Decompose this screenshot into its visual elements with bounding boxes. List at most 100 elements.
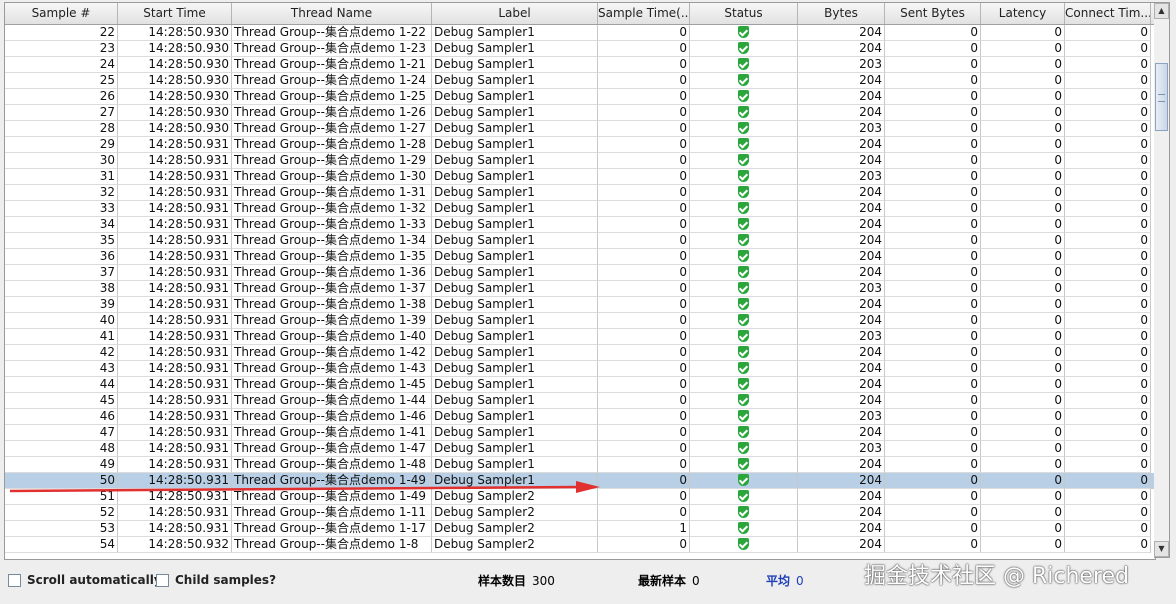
cell-sent-bytes: 0: [885, 457, 981, 473]
cell-sample-number: 48: [5, 441, 118, 457]
cell-thread-name: Thread Group--集合点demo 1-47: [232, 441, 432, 457]
cell-sample-time: 0: [598, 537, 690, 553]
table-row[interactable]: 53 14:28:50.931 Thread Group--集合点demo 1-17…: [5, 521, 1155, 537]
table-row[interactable]: 38 14:28:50.931 Thread Group--集合点demo 1-37…: [5, 281, 1155, 297]
cell-start-time: 14:28:50.931: [118, 185, 232, 201]
cell-label: Debug Sampler1: [432, 409, 598, 425]
table-row[interactable]: 36 14:28:50.931 Thread Group--集合点demo 1-35…: [5, 249, 1155, 265]
table-row[interactable]: 33 14:28:50.931 Thread Group--集合点demo 1-32…: [5, 201, 1155, 217]
table-row[interactable]: 32 14:28:50.931 Thread Group--集合点demo 1-31…: [5, 185, 1155, 201]
average-value: 0: [796, 574, 804, 588]
table-row[interactable]: 44 14:28:50.931 Thread Group--集合点demo 1-45…: [5, 377, 1155, 393]
cell-start-time: 14:28:50.931: [118, 249, 232, 265]
table-row[interactable]: 39 14:28:50.931 Thread Group--集合点demo 1-38…: [5, 297, 1155, 313]
cell-latency: 0: [981, 137, 1065, 153]
table-row[interactable]: 31 14:28:50.931 Thread Group--集合点demo 1-30…: [5, 169, 1155, 185]
cell-start-time: 14:28:50.931: [118, 281, 232, 297]
cell-sent-bytes: 0: [885, 41, 981, 57]
cell-status: [690, 201, 798, 217]
cell-sample-time: 0: [598, 329, 690, 345]
cell-label: Debug Sampler1: [432, 281, 598, 297]
table-row[interactable]: 34 14:28:50.931 Thread Group--集合点demo 1-33…: [5, 217, 1155, 233]
cell-label: Debug Sampler1: [432, 201, 598, 217]
table-row[interactable]: 52 14:28:50.931 Thread Group--集合点demo 1-11…: [5, 505, 1155, 521]
cell-start-time: 14:28:50.931: [118, 361, 232, 377]
cell-bytes: 204: [798, 377, 885, 393]
cell-thread-name: Thread Group--集合点demo 1-30: [232, 169, 432, 185]
column-header-sent-bytes[interactable]: Sent Bytes: [885, 3, 981, 24]
table-row[interactable]: 26 14:28:50.930 Thread Group--集合点demo 1-25…: [5, 89, 1155, 105]
table-row[interactable]: 47 14:28:50.931 Thread Group--集合点demo 1-41…: [5, 425, 1155, 441]
column-header-label[interactable]: Label: [432, 3, 598, 24]
table-row[interactable]: 48 14:28:50.931 Thread Group--集合点demo 1-47…: [5, 441, 1155, 457]
table-row[interactable]: 51 14:28:50.931 Thread Group--集合点demo 1-49…: [5, 489, 1155, 505]
cell-latency: 0: [981, 537, 1065, 553]
column-header-thread-name[interactable]: Thread Name: [232, 3, 432, 24]
table-row[interactable]: 28 14:28:50.930 Thread Group--集合点demo 1-27…: [5, 121, 1155, 137]
table-row[interactable]: 23 14:28:50.930 Thread Group--集合点demo 1-23…: [5, 41, 1155, 57]
cell-bytes: 204: [798, 153, 885, 169]
success-shield-icon: [738, 122, 749, 134]
scroll-automatically-checkbox[interactable]: Scroll automatically?: [8, 573, 169, 587]
cell-bytes: 204: [798, 537, 885, 553]
table-row[interactable]: 25 14:28:50.930 Thread Group--集合点demo 1-24…: [5, 73, 1155, 89]
column-header-bytes[interactable]: Bytes: [798, 3, 885, 24]
table-row[interactable]: 40 14:28:50.931 Thread Group--集合点demo 1-39…: [5, 313, 1155, 329]
success-shield-icon: [738, 314, 749, 326]
cell-label: Debug Sampler1: [432, 233, 598, 249]
cell-sample-time: 0: [598, 41, 690, 57]
cell-sample-number: 51: [5, 489, 118, 505]
cell-bytes: 204: [798, 249, 885, 265]
cell-thread-name: Thread Group--集合点demo 1-49: [232, 473, 432, 489]
cell-sent-bytes: 0: [885, 441, 981, 457]
average-label: 平均: [766, 574, 791, 588]
table-row[interactable]: 45 14:28:50.931 Thread Group--集合点demo 1-44…: [5, 393, 1155, 409]
success-shield-icon: [738, 458, 749, 470]
cell-label: Debug Sampler1: [432, 185, 598, 201]
cell-status: [690, 105, 798, 121]
table-row[interactable]: 42 14:28:50.931 Thread Group--集合点demo 1-42…: [5, 345, 1155, 361]
success-shield-icon: [738, 394, 749, 406]
scroll-up-arrow-icon[interactable]: ▲: [1154, 3, 1169, 19]
table-row[interactable]: 35 14:28:50.931 Thread Group--集合点demo 1-34…: [5, 233, 1155, 249]
cell-sample-time: 0: [598, 153, 690, 169]
table-row[interactable]: 41 14:28:50.931 Thread Group--集合点demo 1-40…: [5, 329, 1155, 345]
table-row[interactable]: 54 14:28:50.932 Thread Group--集合点demo 1-8 D…: [5, 537, 1155, 553]
cell-sample-time: 0: [598, 233, 690, 249]
cell-latency: 0: [981, 121, 1065, 137]
column-header-start-time[interactable]: Start Time: [118, 3, 232, 24]
column-header-latency[interactable]: Latency: [981, 3, 1065, 24]
table-row[interactable]: 50 14:28:50.931 Thread Group--集合点demo 1-49…: [5, 473, 1155, 489]
column-header-connect-time[interactable]: Connect Tim...: [1065, 3, 1151, 24]
cell-sample-number: 39: [5, 297, 118, 313]
scroll-down-arrow-icon[interactable]: ▼: [1154, 541, 1169, 557]
column-header-sample-number[interactable]: Sample #: [5, 3, 118, 24]
cell-bytes: 204: [798, 89, 885, 105]
cell-sample-number: 29: [5, 137, 118, 153]
cell-sample-time: 0: [598, 25, 690, 41]
cell-label: Debug Sampler1: [432, 25, 598, 41]
cell-sample-number: 34: [5, 217, 118, 233]
cell-label: Debug Sampler2: [432, 505, 598, 521]
cell-connect-time: 0: [1065, 249, 1151, 265]
cell-sent-bytes: 0: [885, 377, 981, 393]
table-row[interactable]: 22 14:28:50.930 Thread Group--集合点demo 1-22…: [5, 25, 1155, 41]
table-row[interactable]: 30 14:28:50.931 Thread Group--集合点demo 1-29…: [5, 153, 1155, 169]
vertical-scrollbar[interactable]: ▲ ▼: [1154, 2, 1170, 558]
table-row[interactable]: 37 14:28:50.931 Thread Group--集合点demo 1-36…: [5, 265, 1155, 281]
table-row[interactable]: 43 14:28:50.931 Thread Group--集合点demo 1-43…: [5, 361, 1155, 377]
child-samples-checkbox[interactable]: Child samples?: [156, 573, 276, 587]
column-header-status[interactable]: Status: [690, 3, 798, 24]
cell-sample-time: 0: [598, 425, 690, 441]
table-row[interactable]: 24 14:28:50.930 Thread Group--集合点demo 1-21…: [5, 57, 1155, 73]
checkbox-box[interactable]: [8, 573, 21, 587]
column-header-sample-time[interactable]: Sample Time(...: [598, 3, 690, 24]
scrollbar-thumb[interactable]: [1155, 63, 1168, 131]
table-row[interactable]: 49 14:28:50.931 Thread Group--集合点demo 1-48…: [5, 457, 1155, 473]
cell-thread-name: Thread Group--集合点demo 1-48: [232, 457, 432, 473]
checkbox-box[interactable]: [156, 573, 169, 587]
table-row[interactable]: 46 14:28:50.931 Thread Group--集合点demo 1-46…: [5, 409, 1155, 425]
cell-thread-name: Thread Group--集合点demo 1-37: [232, 281, 432, 297]
table-row[interactable]: 27 14:28:50.930 Thread Group--集合点demo 1-26…: [5, 105, 1155, 121]
table-row[interactable]: 29 14:28:50.931 Thread Group--集合点demo 1-28…: [5, 137, 1155, 153]
